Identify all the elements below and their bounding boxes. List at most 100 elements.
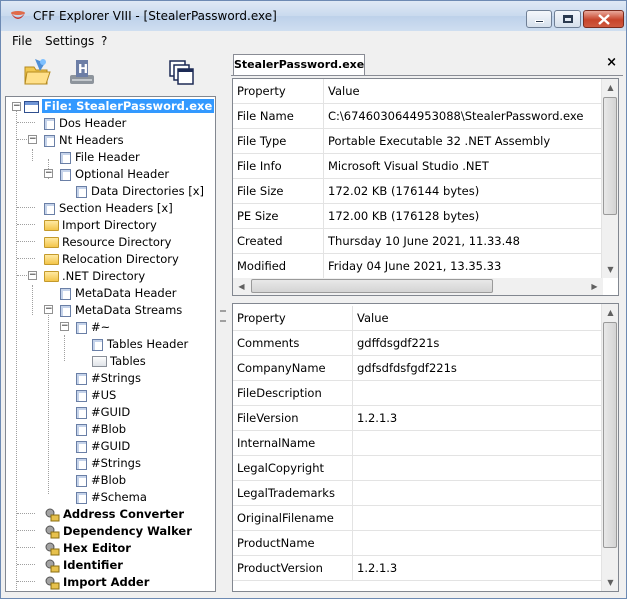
tree-node-relocation-directory[interactable]: Relocation Directory [44,251,179,268]
vertical-splitter[interactable] [217,96,229,592]
table-row[interactable]: Created Thursday 10 June 2021, 11.33.48 [233,229,618,254]
tree-view[interactable]: − − − − − − File: StealerPassword.exe Do… [5,96,216,592]
bottom-grid-vertical-scrollbar[interactable]: ▲ ▼ [601,304,618,591]
scroll-thumb[interactable] [603,97,617,215]
tree-node-identifier[interactable]: Identifier [44,557,123,574]
scroll-thumb[interactable] [251,279,493,293]
tree-node-guid-stream[interactable]: #GUID [76,404,130,421]
window-title: CFF Explorer VIII - [StealerPassword.exe… [33,9,277,23]
tool-icon [45,576,60,589]
close-tab-icon[interactable]: × [606,55,617,70]
tree-node-net-directory[interactable]: .NET Directory [44,268,145,285]
property-cell: LegalTrademarks [233,481,353,506]
table-row[interactable]: Comments gdffdsgdf221s [233,331,618,356]
tree-node-import-adder[interactable]: Import Adder [44,574,149,591]
tree-node-guid-stream-2[interactable]: #GUID [76,438,130,455]
tree-node-tables[interactable]: Tables [92,353,146,370]
column-header-property[interactable]: Property [233,79,324,104]
menu-help[interactable]: ? [101,34,107,48]
hex-editor-button[interactable]: H [67,57,97,87]
collapse-file-expander[interactable]: − [12,102,21,111]
table-row[interactable]: File Name C:\6746030644953088\StealerPas… [233,104,618,129]
top-grid-horizontal-scrollbar[interactable]: ◀ ▶ [233,278,603,295]
tree-node-resource-directory[interactable]: Resource Directory [44,234,171,251]
item-icon [44,134,55,147]
item-icon [76,406,87,419]
tree-node-tilde-stream[interactable]: #~ [76,319,110,336]
tree-node-blob-stream-2[interactable]: #Blob [76,472,126,489]
tree-node-tables-header[interactable]: Tables Header [92,336,188,353]
value-cell: 1.2.1.3 [353,556,603,581]
table-row[interactable]: InternalName [233,431,618,456]
tree-node-blob-stream[interactable]: #Blob [76,421,126,438]
scroll-left-icon[interactable]: ◀ [233,278,250,295]
table-row[interactable]: FileVersion 1.2.1.3 [233,406,618,431]
table-row[interactable]: Modified Friday 04 June 2021, 13.35.33 [233,254,618,279]
maximize-button[interactable] [554,10,581,28]
collapse-net-directory-expander[interactable]: − [28,271,37,280]
tree-node-nt-headers[interactable]: Nt Headers [44,132,124,149]
collapse-nt-headers-expander[interactable]: − [28,135,37,144]
tree-node-metadata-header[interactable]: MetaData Header [60,285,177,302]
table-row[interactable]: CompanyName gdfsdfdsfgdf221s [233,356,618,381]
tab-stealerpassword[interactable]: StealerPassword.exe [233,54,365,75]
maximize-icon [563,15,573,23]
tree-node-address-converter[interactable]: Address Converter [44,506,184,523]
scroll-right-icon[interactable]: ▶ [586,278,603,295]
table-row[interactable]: File Type Portable Executable 32 .NET As… [233,129,618,154]
table-row[interactable]: File Size 172.02 KB (176144 bytes) [233,179,618,204]
minimize-button[interactable] [526,10,552,28]
item-icon [44,117,55,130]
item-icon [76,491,87,504]
column-header-property[interactable]: Property [233,306,353,331]
grid-header-row: Property Value [233,79,618,104]
collapse-metadata-streams-expander[interactable]: − [44,305,53,314]
menu-settings[interactable]: Settings [45,34,94,48]
tree-node-section-headers[interactable]: Section Headers [x] [44,200,173,217]
table-row[interactable]: OriginalFilename [233,506,618,531]
table-row[interactable]: PE Size 172.00 KB (176128 bytes) [233,204,618,229]
scroll-down-icon[interactable]: ▼ [602,574,618,591]
tree-node-file[interactable]: File: StealerPassword.exe [24,98,215,115]
tree-node-dependency-walker[interactable]: Dependency Walker [44,523,192,540]
tree-node-import-directory[interactable]: Import Directory [44,217,157,234]
value-cell [353,531,603,556]
table-row[interactable]: LegalTrademarks [233,481,618,506]
tree-node-metadata-streams[interactable]: MetaData Streams [60,302,182,319]
tree-node-optional-header[interactable]: Optional Header [60,166,169,183]
collapse-tilde-stream-expander[interactable]: − [60,322,69,331]
column-header-value[interactable]: Value [353,306,603,331]
tree-node-strings-stream-2[interactable]: #Strings [76,455,141,472]
table-row[interactable]: File Info Microsoft Visual Studio .NET [233,154,618,179]
scroll-down-icon[interactable]: ▼ [602,261,618,278]
table-row[interactable]: ProductVersion 1.2.1.3 [233,556,618,581]
open-button[interactable] [23,57,51,87]
close-button[interactable] [583,10,624,28]
app-window: CFF Explorer VIII - [StealerPassword.exe… [0,0,627,599]
tree-node-us-stream[interactable]: #US [76,387,116,404]
table-row[interactable]: FileDescription [233,381,618,406]
windows-button[interactable] [167,57,195,87]
collapse-optional-header-expander[interactable]: − [44,169,53,178]
scroll-thumb[interactable] [603,322,617,548]
tree-node-schema-stream[interactable]: #Schema [76,489,147,506]
tree-node-hex-editor[interactable]: Hex Editor [44,540,131,557]
property-cell: File Type [233,129,324,154]
table-row[interactable]: LegalCopyright [233,456,618,481]
tree-node-file-header[interactable]: File Header [60,149,140,166]
scroll-up-icon[interactable]: ▲ [602,79,618,96]
tree-node-dos-header[interactable]: Dos Header [44,115,126,132]
version-info-grid[interactable]: Property Value Comments gdffdsgdf221s Co… [232,303,619,592]
item-icon [76,457,87,470]
column-header-value[interactable]: Value [324,79,603,104]
file-info-grid[interactable]: Property Value File Name C:\674603064495… [232,78,619,296]
tab-strip: StealerPassword.exe × [231,53,623,76]
hex-editor-icon: H [70,60,94,84]
tree-node-strings-stream[interactable]: #Strings [76,370,141,387]
item-icon [76,389,87,402]
menu-file[interactable]: File [12,34,32,48]
top-grid-vertical-scrollbar[interactable]: ▲ ▼ [601,79,618,278]
scroll-up-icon[interactable]: ▲ [602,304,618,321]
table-row[interactable]: ProductName [233,531,618,556]
tree-node-data-directories[interactable]: Data Directories [x] [76,183,204,200]
